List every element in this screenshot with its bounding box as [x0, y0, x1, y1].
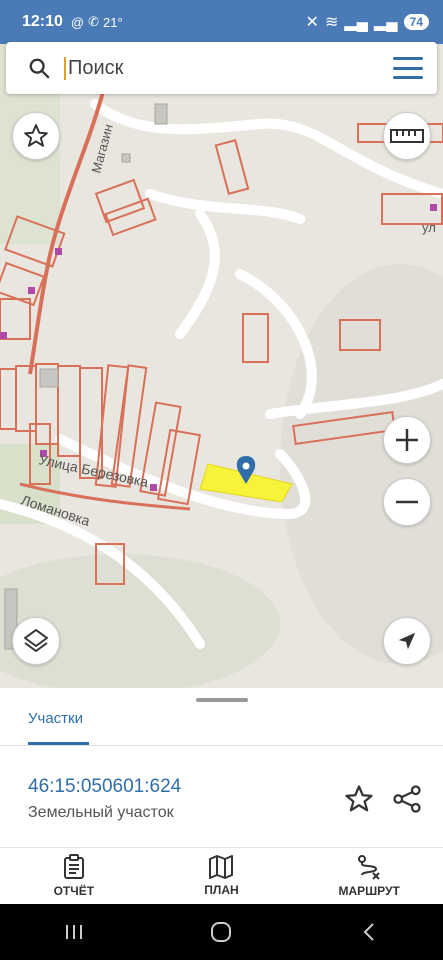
- favorites-button[interactable]: [12, 112, 60, 160]
- battery-indicator: 74: [403, 14, 429, 30]
- navigation-arrow-icon: [398, 632, 416, 650]
- zoom-in-button[interactable]: [383, 416, 431, 464]
- plus-icon: [396, 429, 418, 451]
- route-button[interactable]: МАРШРУТ: [309, 848, 429, 904]
- parcel-number[interactable]: 46:15:050601:624: [28, 776, 181, 798]
- status-temp: 21°: [103, 14, 123, 30]
- status-time: 12:10: [22, 13, 63, 30]
- layers-icon: [24, 629, 48, 652]
- bottom-sheet: Участки 46:15:050601:624 Земельный участ…: [0, 688, 443, 904]
- hamburger-menu-icon[interactable]: [393, 57, 423, 79]
- parcel-type: Земельный участок: [28, 804, 174, 821]
- minus-icon: [396, 500, 418, 504]
- home-icon: [211, 922, 232, 942]
- search-input[interactable]: [64, 56, 344, 80]
- map-canvas[interactable]: Магазин Улица Березовка Ломановка ул: [0, 44, 443, 688]
- share-icon: [393, 785, 421, 813]
- signal-icon: ▂▄: [344, 14, 368, 31]
- route-icon: [358, 855, 380, 880]
- status-icons-left: @ ✆ 21°: [71, 14, 123, 30]
- layers-button[interactable]: [12, 617, 60, 665]
- zoom-out-button[interactable]: [383, 478, 431, 526]
- my-location-button[interactable]: [383, 617, 431, 665]
- report-button[interactable]: ОТЧЁТ: [14, 848, 134, 904]
- mute-icon: ✕: [305, 14, 319, 31]
- plan-label: ПЛАН: [204, 883, 239, 897]
- map-icon: [209, 855, 234, 879]
- report-label: ОТЧЁТ: [53, 884, 95, 898]
- back-icon: [363, 923, 374, 941]
- wifi-icon: ≋: [324, 14, 339, 31]
- signal-icon-2: ▂▄: [374, 14, 398, 31]
- recent-apps-icon: [65, 925, 82, 939]
- system-nav-bar: [0, 904, 443, 960]
- route-label: МАРШРУТ: [338, 884, 400, 898]
- street-label-ul: ул: [422, 220, 436, 235]
- app-root: 12:10 @ ✆ 21° ✕ ≋ ▂▄ ▂▄ 74 Магазин Улица…: [0, 0, 443, 960]
- add-favorite-button[interactable]: [344, 784, 374, 814]
- status-bar: 12:10 @ ✆ 21° ✕ ≋ ▂▄ ▂▄ 74: [0, 0, 443, 44]
- search-icon[interactable]: [28, 57, 50, 79]
- ruler-icon: [390, 129, 424, 143]
- plan-button[interactable]: ПЛАН: [161, 848, 281, 904]
- back-button[interactable]: [339, 912, 399, 952]
- at-icon: @: [70, 14, 85, 30]
- home-button[interactable]: [191, 912, 251, 952]
- tab-parcels[interactable]: Участки: [28, 710, 83, 727]
- status-icons-right: ✕ ≋ ▂▄ ▂▄ 74: [306, 12, 429, 32]
- divider: [0, 745, 443, 746]
- share-button[interactable]: [392, 784, 422, 814]
- recent-apps-button[interactable]: [44, 912, 104, 952]
- clipboard-icon: [63, 854, 84, 879]
- star-icon: [24, 124, 48, 147]
- sheet-drag-handle[interactable]: [196, 698, 248, 702]
- bottom-nav: ОТЧЁТ ПЛАН МАРШРУТ: [0, 848, 443, 904]
- star-icon: [345, 785, 373, 812]
- whatsapp-icon: ✆: [88, 14, 100, 29]
- map-view[interactable]: Магазин Улица Березовка Ломановка ул: [0, 44, 443, 688]
- search-bar: [6, 42, 437, 94]
- ruler-button[interactable]: [383, 112, 431, 160]
